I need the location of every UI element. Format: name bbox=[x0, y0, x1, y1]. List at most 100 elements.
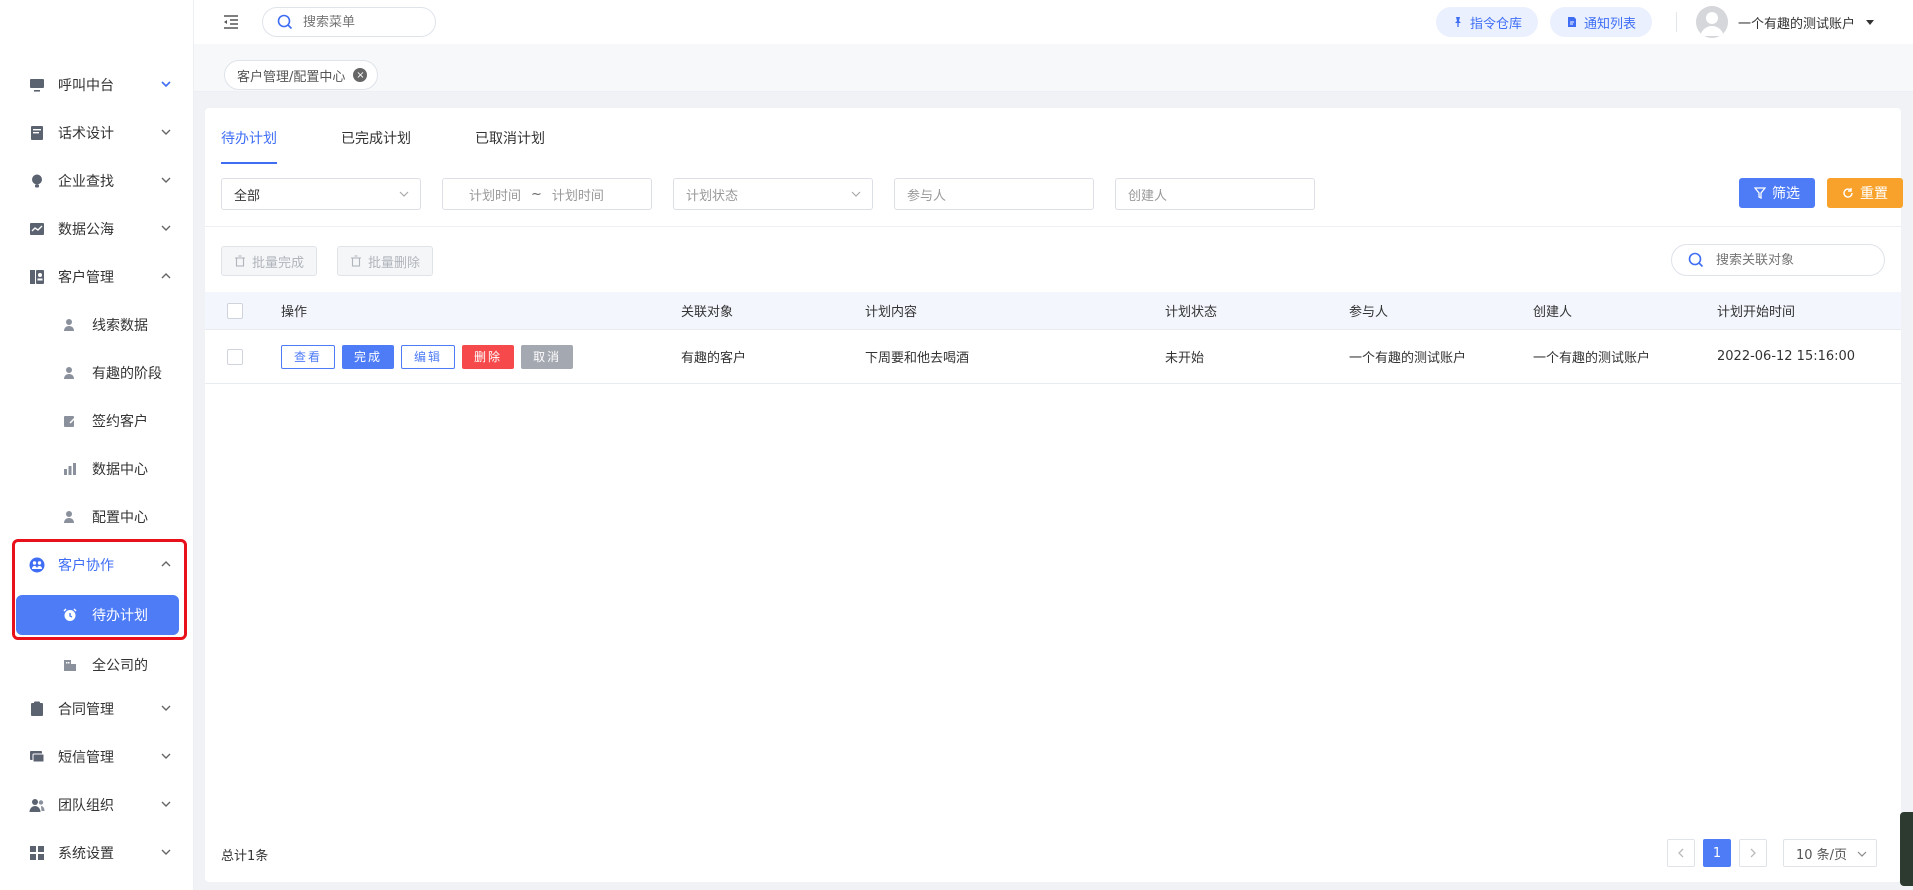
range-end-placeholder: 计划时间 bbox=[551, 188, 604, 204]
menu-search-input[interactable] bbox=[303, 14, 423, 30]
main-card: 待办计划 已完成计划 已取消计划 全部 计划时间 ~ 计划时间 计划状态 参与人… bbox=[205, 108, 1903, 882]
users-icon bbox=[28, 796, 46, 814]
header-status: 计划状态 bbox=[1165, 305, 1218, 320]
sidebar-item-label: 有趣的阶段 bbox=[92, 366, 162, 382]
chevron-left-icon bbox=[1678, 848, 1684, 858]
sidebar-sub-whole-company[interactable]: 全公司的 bbox=[0, 643, 194, 687]
tab-todo-plan[interactable]: 待办计划 bbox=[221, 108, 277, 164]
cancel-button[interactable]: 取消 bbox=[521, 344, 574, 369]
page-button[interactable]: 1 bbox=[1703, 839, 1731, 867]
user-search-icon bbox=[62, 317, 78, 333]
header-divider bbox=[1676, 12, 1677, 32]
search-icon bbox=[277, 14, 293, 30]
header-content: 计划内容 bbox=[865, 305, 918, 320]
header-participant: 参与人 bbox=[1349, 305, 1389, 320]
chevron-down-icon bbox=[161, 177, 171, 183]
contact-icon bbox=[28, 268, 46, 286]
plan-time-range[interactable]: 计划时间 ~ 计划时间 bbox=[442, 178, 652, 210]
sidebar-item-label: 话术设计 bbox=[58, 126, 114, 142]
sidebar-sub-clue-data[interactable]: 线索数据 bbox=[0, 303, 194, 347]
view-button[interactable]: 查看 bbox=[281, 344, 336, 369]
sidebar-item-sms-management[interactable]: 短信管理 bbox=[0, 735, 194, 779]
sidebar-item-contract-management[interactable]: 合同管理 bbox=[0, 687, 194, 731]
sidebar-sub-signed-customers[interactable]: 签约客户 bbox=[0, 399, 194, 443]
top-header: 指令仓库 通知列表 一个有趣的测试账户 bbox=[194, 0, 1913, 44]
sidebar-item-system-settings[interactable]: 系统设置 bbox=[0, 831, 194, 875]
chevron-down-icon bbox=[399, 191, 409, 197]
pin-icon bbox=[1452, 16, 1464, 28]
sidebar-item-label: 呼叫中台 bbox=[58, 78, 114, 94]
chevron-up-icon bbox=[161, 273, 171, 279]
sidebar-sub-interesting-stage[interactable]: 有趣的阶段 bbox=[0, 351, 194, 395]
bar-icon bbox=[62, 461, 78, 477]
search-icon bbox=[1688, 252, 1704, 268]
sidebar-item-label: 待办计划 bbox=[92, 608, 148, 624]
tab-completed-plan[interactable]: 已完成计划 bbox=[341, 108, 411, 164]
message-icon bbox=[28, 748, 46, 766]
page-size-select[interactable]: 10 条/页 bbox=[1783, 839, 1877, 867]
sidebar-sub-config-center[interactable]: 配置中心 bbox=[0, 495, 194, 539]
plan-tabs: 待办计划 已完成计划 已取消计划 bbox=[221, 108, 609, 164]
close-icon[interactable]: × bbox=[353, 68, 368, 82]
command-warehouse-label: 指令仓库 bbox=[1470, 16, 1523, 32]
cell-participant: 一个有趣的测试账户 bbox=[1349, 351, 1467, 366]
user-gear-icon bbox=[62, 509, 78, 525]
sidebar-item-data-pool[interactable]: 数据公海 bbox=[0, 207, 194, 251]
delete-button[interactable]: 删除 bbox=[462, 344, 515, 369]
sidebar-sub-todo-plan[interactable]: 待办计划 bbox=[16, 595, 179, 635]
page-size-value: 10 条/页 bbox=[1796, 847, 1848, 863]
floating-side-widget[interactable] bbox=[1900, 812, 1913, 886]
reset-button[interactable]: 重置 bbox=[1827, 178, 1903, 208]
section-divider bbox=[205, 226, 1901, 227]
alarm-icon bbox=[62, 607, 78, 623]
sidebar-item-label: 系统设置 bbox=[58, 846, 114, 862]
chart-icon bbox=[28, 220, 46, 238]
sidebar-item-customer-collaboration[interactable]: 客户协作 bbox=[0, 543, 194, 587]
sidebar-item-label: 全公司的 bbox=[92, 658, 148, 674]
plan-table: 操作 关联对象 计划内容 计划状态 参与人 创建人 计划开始时间 查看 完成 编… bbox=[205, 292, 1901, 384]
sidebar-item-label: 数据中心 bbox=[92, 462, 148, 478]
prev-page-button[interactable] bbox=[1667, 839, 1695, 867]
select-all-checkbox[interactable] bbox=[227, 302, 243, 319]
row-checkbox[interactable] bbox=[227, 348, 243, 365]
chevron-down-icon bbox=[161, 705, 171, 711]
scope-select-value: 全部 bbox=[234, 188, 261, 204]
cell-content: 下周要和他去喝酒 bbox=[865, 351, 970, 366]
batch-delete-button[interactable]: 批量删除 bbox=[337, 246, 434, 276]
plan-status-placeholder: 计划状态 bbox=[686, 188, 739, 204]
related-object-search-box[interactable] bbox=[1671, 244, 1885, 276]
filter-button[interactable]: 筛选 bbox=[1739, 178, 1815, 208]
sidebar-item-label: 团队组织 bbox=[58, 798, 114, 814]
sidebar-item-label: 签约客户 bbox=[92, 414, 148, 430]
batch-complete-button[interactable]: 批量完成 bbox=[221, 246, 318, 276]
sidebar-item-call-center[interactable]: 呼叫中台 bbox=[0, 63, 194, 107]
scope-select[interactable]: 全部 bbox=[221, 178, 421, 210]
sidebar-item-team-organization[interactable]: 团队组织 bbox=[0, 783, 194, 827]
tab-cancelled-plan[interactable]: 已取消计划 bbox=[475, 108, 545, 164]
header-target: 关联对象 bbox=[681, 305, 734, 320]
notice-list-button[interactable]: 通知列表 bbox=[1550, 7, 1653, 37]
sidebar: 呼叫中台 话术设计 企业查找 数据公海 客户管理 线索数据 有趣的阶段 签约客户… bbox=[0, 0, 194, 890]
page-tag[interactable]: 客户管理/配置中心 × bbox=[224, 60, 379, 90]
sidebar-item-script-design[interactable]: 话术设计 bbox=[0, 111, 194, 155]
user-stage-icon bbox=[62, 365, 78, 381]
participant-input[interactable]: 参与人 bbox=[894, 178, 1094, 210]
chevron-down-icon bbox=[161, 225, 171, 231]
next-page-button[interactable] bbox=[1739, 839, 1767, 867]
sidebar-item-label: 客户管理 bbox=[58, 270, 114, 286]
edit-button[interactable]: 编辑 bbox=[401, 344, 456, 369]
user-menu[interactable]: 一个有趣的测试账户 bbox=[1696, 6, 1875, 38]
complete-button[interactable]: 完成 bbox=[342, 344, 395, 369]
related-object-search-input[interactable] bbox=[1716, 252, 1876, 268]
menu-search-box[interactable] bbox=[262, 7, 436, 37]
command-warehouse-button[interactable]: 指令仓库 bbox=[1436, 7, 1539, 37]
sidebar-sub-data-center[interactable]: 数据中心 bbox=[0, 447, 194, 491]
sidebar-item-customer-management[interactable]: 客户管理 bbox=[0, 255, 194, 299]
participant-placeholder: 参与人 bbox=[907, 188, 947, 204]
menu-collapse-icon[interactable] bbox=[222, 13, 240, 31]
pagination: 1 bbox=[1667, 839, 1775, 867]
creator-input[interactable]: 创建人 bbox=[1115, 178, 1315, 210]
notice-list-label: 通知列表 bbox=[1584, 16, 1637, 32]
sidebar-item-enterprise-search[interactable]: 企业查找 bbox=[0, 159, 194, 203]
plan-status-select[interactable]: 计划状态 bbox=[673, 178, 873, 210]
